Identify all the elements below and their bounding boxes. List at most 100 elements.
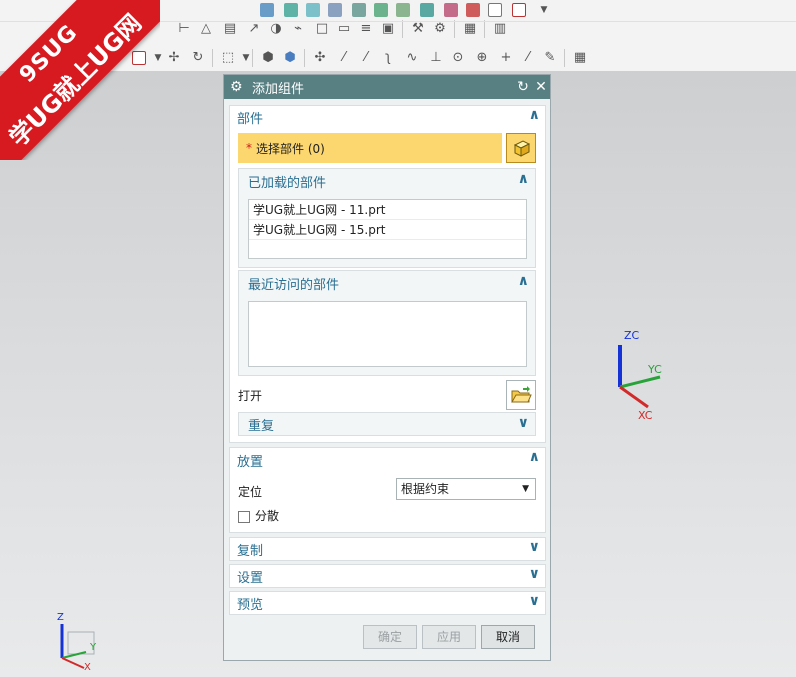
recent-parts-list[interactable]: [248, 301, 527, 367]
toolbar-icon-10[interactable]: [466, 3, 480, 17]
small-y-axis: [61, 651, 87, 659]
copy-section-header[interactable]: 复制: [230, 538, 545, 560]
point-icon[interactable]: ↗: [246, 21, 262, 37]
line2-icon[interactable]: ⁄: [358, 50, 374, 66]
main-triad: ZC YC XC: [600, 325, 680, 425]
settings-gear-icon[interactable]: ⚙: [432, 21, 448, 37]
toolbar-icon-11[interactable]: [488, 3, 502, 17]
xyz-icon[interactable]: ⌁: [290, 21, 306, 37]
sphere-icon[interactable]: ◑: [268, 21, 284, 37]
gear-icon[interactable]: ⚙: [230, 79, 246, 95]
toolbar-icon-7[interactable]: [396, 3, 410, 17]
toolbar-icon-4[interactable]: [328, 3, 342, 17]
apply-button[interactable]: 应用: [422, 625, 476, 649]
center-icon[interactable]: ⊙: [450, 50, 466, 66]
list-icon[interactable]: ≡: [358, 21, 374, 37]
chevron-up-icon[interactable]: [518, 273, 529, 289]
select-part-label: 选择部件 (0): [256, 141, 325, 156]
dropdown-arrow-icon[interactable]: ▼: [536, 2, 552, 18]
body-icon[interactable]: ⬢: [260, 50, 276, 66]
frame-icon[interactable]: ▣: [380, 21, 396, 37]
rotate-icon[interactable]: ↻: [190, 50, 206, 66]
brand-ribbon-band: 9SUG 学UG就上UG网: [0, 0, 160, 160]
select-part-button[interactable]: [506, 133, 536, 163]
close-icon[interactable]: ✕: [532, 79, 550, 95]
tools-icon[interactable]: ⚒: [410, 21, 426, 37]
edit-icon[interactable]: ✎: [542, 50, 558, 66]
part-section: 部件 * 选择部件 (0) 已加载的部件 学UG就上UG网 - 11.prt 学…: [229, 105, 546, 443]
preview-section[interactable]: 预览: [229, 591, 546, 615]
square-icon[interactable]: □: [314, 21, 330, 37]
repeat-header[interactable]: 重复: [239, 413, 535, 435]
tangent-icon[interactable]: ⁄: [520, 50, 536, 66]
loaded-parts-title: 已加载的部件: [248, 175, 327, 191]
dropdown-arrow-icon: ▼: [522, 484, 529, 494]
zc-label: ZC: [624, 329, 640, 342]
list-item[interactable]: 学UG就上UG网 - 15.prt: [249, 220, 526, 240]
chevron-down-icon[interactable]: [529, 566, 540, 582]
toolbar-icon-1[interactable]: [260, 3, 274, 17]
view-triad: Z Y X: [50, 612, 110, 674]
preview-section-header[interactable]: 预览: [230, 592, 545, 614]
toolbar-icon-5[interactable]: [352, 3, 366, 17]
loaded-parts-list[interactable]: 学UG就上UG网 - 11.prt 学UG就上UG网 - 15.prt: [248, 199, 527, 259]
recent-parts-panel: 最近访问的部件: [238, 270, 536, 376]
position-select-value: 根据约束: [401, 482, 450, 496]
toolbar-icon-3[interactable]: [306, 3, 320, 17]
open-file-button[interactable]: [506, 380, 536, 410]
dimension-icon[interactable]: ⊢: [176, 21, 192, 37]
circle-icon[interactable]: ⊕: [474, 50, 490, 66]
cancel-button[interactable]: 取消: [481, 625, 535, 649]
small-x-axis: [61, 657, 85, 669]
chevron-up-icon[interactable]: [529, 449, 540, 465]
chevron-down-icon[interactable]: [529, 593, 540, 609]
position-select[interactable]: 根据约束 ▼: [396, 478, 536, 500]
grid-toggle-icon[interactable]: ▦: [572, 50, 588, 66]
toolbar-icon-12[interactable]: [512, 3, 526, 17]
placement-section-header[interactable]: 放置: [230, 448, 545, 472]
required-star-icon: *: [246, 141, 252, 155]
spline-icon[interactable]: ∿: [404, 50, 420, 66]
toolbar-icon-8[interactable]: [420, 3, 434, 17]
chevron-down-icon[interactable]: [529, 539, 540, 555]
part-section-header[interactable]: 部件: [230, 106, 545, 128]
toolbar-icon-2[interactable]: [284, 3, 298, 17]
list-item[interactable]: 学UG就上UG网 - 11.prt: [249, 200, 526, 220]
chevron-down-icon[interactable]: [518, 415, 529, 431]
scatter-row[interactable]: 分散: [238, 507, 279, 524]
plus-icon[interactable]: +: [498, 50, 514, 66]
recent-parts-title: 最近访问的部件: [248, 277, 340, 293]
reset-icon[interactable]: ↻: [514, 79, 532, 95]
repeat-panel: 重复: [238, 412, 536, 436]
table-icon[interactable]: ▤: [222, 21, 238, 37]
select-part-row[interactable]: * 选择部件 (0): [238, 133, 502, 163]
dialog-title: 添加组件: [252, 81, 305, 97]
chevron-up-icon[interactable]: [518, 171, 529, 187]
calc-icon[interactable]: ▥: [492, 21, 508, 37]
note-icon[interactable]: ▭: [336, 21, 352, 37]
solid-icon[interactable]: ⬢: [282, 50, 298, 66]
grid-icon[interactable]: ▦: [462, 21, 478, 37]
line-icon[interactable]: ⁄: [336, 50, 352, 66]
perpendicular-icon[interactable]: ⊥: [428, 50, 444, 66]
loaded-parts-header[interactable]: 已加载的部件: [239, 169, 535, 193]
toolbar-icon-6[interactable]: [374, 3, 388, 17]
x-label: X: [84, 662, 91, 673]
move-icon[interactable]: ✢: [166, 50, 182, 66]
point-snap-icon[interactable]: ✣: [312, 50, 328, 66]
copy-section[interactable]: 复制: [229, 537, 546, 561]
settings-section-header[interactable]: 设置: [230, 565, 545, 587]
recent-parts-header[interactable]: 最近访问的部件: [239, 271, 535, 295]
open-row: 打开: [238, 378, 536, 412]
settings-section[interactable]: 设置: [229, 564, 546, 588]
triangle-icon[interactable]: △: [198, 21, 214, 37]
curve-icon[interactable]: ʅ: [380, 50, 396, 66]
toolbar-icon-9[interactable]: [444, 3, 458, 17]
placement-section-title: 放置: [237, 454, 264, 470]
scatter-checkbox[interactable]: [238, 510, 250, 523]
chevron-up-icon[interactable]: [529, 107, 540, 123]
ok-button[interactable]: 确定: [363, 625, 417, 649]
part-section-title: 部件: [237, 111, 264, 127]
position-label: 定位: [238, 485, 263, 499]
box-select-icon[interactable]: ⬚: [220, 50, 236, 66]
